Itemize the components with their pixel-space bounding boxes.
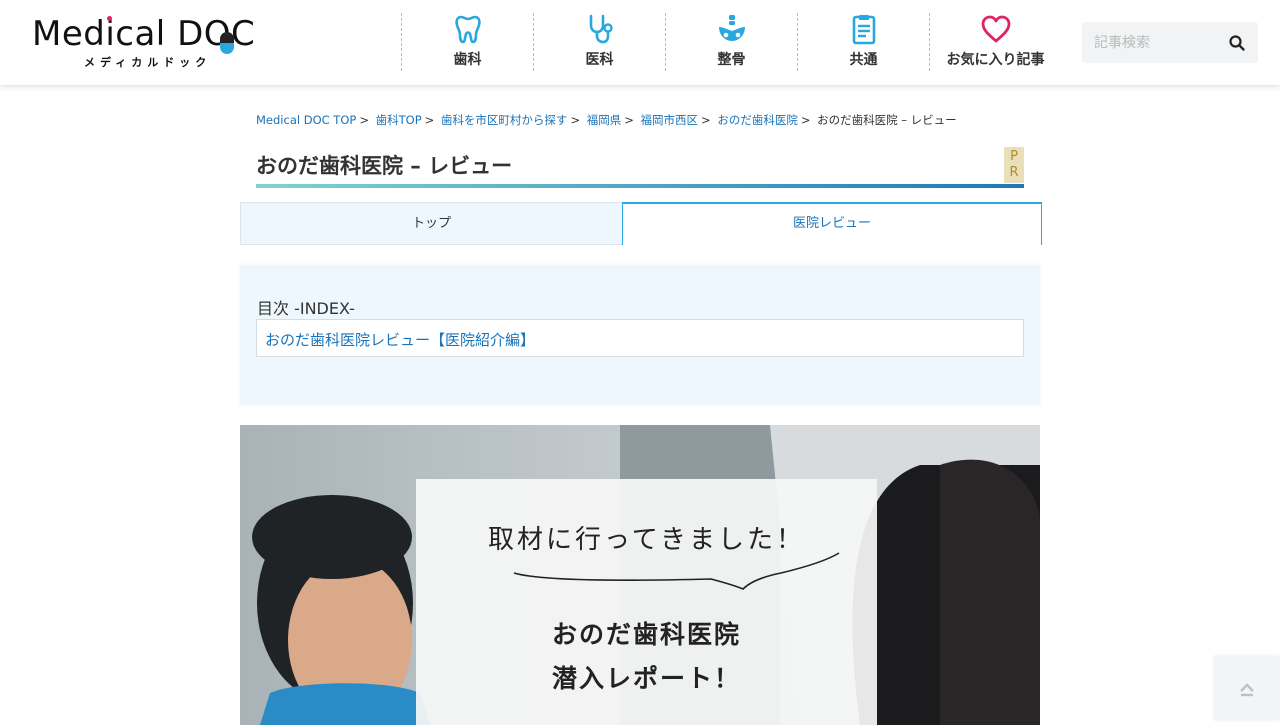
breadcrumb: Medical DOC TOP > 歯科TOP > 歯科を市区町村から探す > 福岡県… (256, 112, 957, 128)
search-input[interactable] (1082, 22, 1222, 63)
breadcrumb-link-city-search[interactable]: 歯科を市区町村から探す (441, 113, 568, 127)
page-title: おのだ歯科医院 – レビュー (256, 154, 513, 178)
title-underline (256, 184, 1024, 188)
pelvis-bone-icon (718, 15, 745, 41)
pr-badge: P R (1004, 147, 1024, 183)
nav-label-common: 共通 (849, 52, 878, 68)
breadcrumb-link-prefecture[interactable]: 福岡県 (587, 113, 622, 127)
pr-badge-letter: P (1010, 149, 1018, 164)
breadcrumb-separator: > (800, 113, 811, 127)
logo-pill-icon (220, 32, 234, 54)
nav-label-favorites: お気に入り記事 (946, 52, 1045, 68)
hero-caption-card: 取材に行ってきました！ おのだ歯科医院 潜入レポート！ (416, 479, 877, 725)
hero-caption-line3: 潜入レポート！ (551, 664, 741, 693)
logo-subtitle: メディカルドック (84, 56, 212, 69)
title-section: おのだ歯科医院 – レビュー P R (256, 145, 1024, 189)
tab-top[interactable]: トップ (240, 202, 622, 245)
nav-label-medical: 医科 (585, 52, 614, 68)
logo-dot (107, 16, 112, 21)
breadcrumb-link-ward[interactable]: 福岡市西区 (641, 113, 699, 127)
nav-item-osteo[interactable]: 整骨 (665, 13, 797, 71)
search-box (1082, 22, 1258, 63)
breadcrumb-current: おのだ歯科医院 – レビュー (817, 113, 957, 127)
tab-review[interactable]: 医院レビュー (622, 202, 1042, 245)
hero-swoosh (513, 552, 840, 590)
chevron-up-icon (1240, 683, 1254, 697)
nav-item-common[interactable]: 共通 (797, 13, 929, 71)
nav-item-medical[interactable]: 医科 (533, 13, 665, 71)
tooth-icon (454, 15, 481, 44)
breadcrumb-link-top[interactable]: Medical DOC TOP (256, 113, 356, 127)
nav-item-dental[interactable]: 歯科 (401, 13, 533, 71)
toc-list: おのだ歯科医院レビュー【医院紹介編】 (256, 319, 1024, 357)
table-of-contents: 目次 -INDEX- おのだ歯科医院レビュー【医院紹介編】 (240, 265, 1040, 405)
breadcrumb-separator: > (701, 113, 711, 127)
nav-label-osteo: 整骨 (717, 52, 746, 68)
search-icon[interactable] (1228, 34, 1246, 52)
breadcrumb-separator: > (359, 113, 369, 127)
hero-image: 取材に行ってきました！ おのだ歯科医院 潜入レポート！ (240, 425, 1040, 725)
tab-bar: トップ 医院レビュー (240, 202, 1042, 245)
nav-label-dental: 歯科 (453, 52, 482, 68)
main-nav: 歯科 医科 整骨 共通 お気に入り記事 (401, 13, 1061, 71)
hero-caption-line2: おのだ歯科医院 (551, 620, 741, 649)
breadcrumb-separator: > (624, 113, 634, 127)
toc-link-clinic-intro[interactable]: おのだ歯科医院レビュー【医院紹介編】 (265, 329, 535, 350)
site-header: Medical DOC メディカルドック 歯科 医科 整骨 共通 お気に入り記事… (0, 0, 1280, 85)
heart-icon (981, 15, 1010, 43)
nav-item-favorites[interactable]: お気に入り記事 (929, 13, 1061, 71)
breadcrumb-separator: > (570, 113, 581, 127)
site-logo[interactable]: Medical DOC メディカルドック (32, 14, 272, 72)
breadcrumb-separator: > (424, 113, 435, 127)
breadcrumb-link-clinic[interactable]: おのだ歯科医院 (717, 113, 798, 127)
pr-badge-letter: R (1009, 165, 1019, 180)
breadcrumb-link-dental-top[interactable]: 歯科TOP (376, 113, 422, 127)
toc-heading: 目次 -INDEX- (257, 299, 355, 318)
stethoscope-icon (589, 14, 613, 44)
clipboard-icon (852, 15, 875, 45)
scroll-to-top-button[interactable] (1214, 656, 1280, 720)
